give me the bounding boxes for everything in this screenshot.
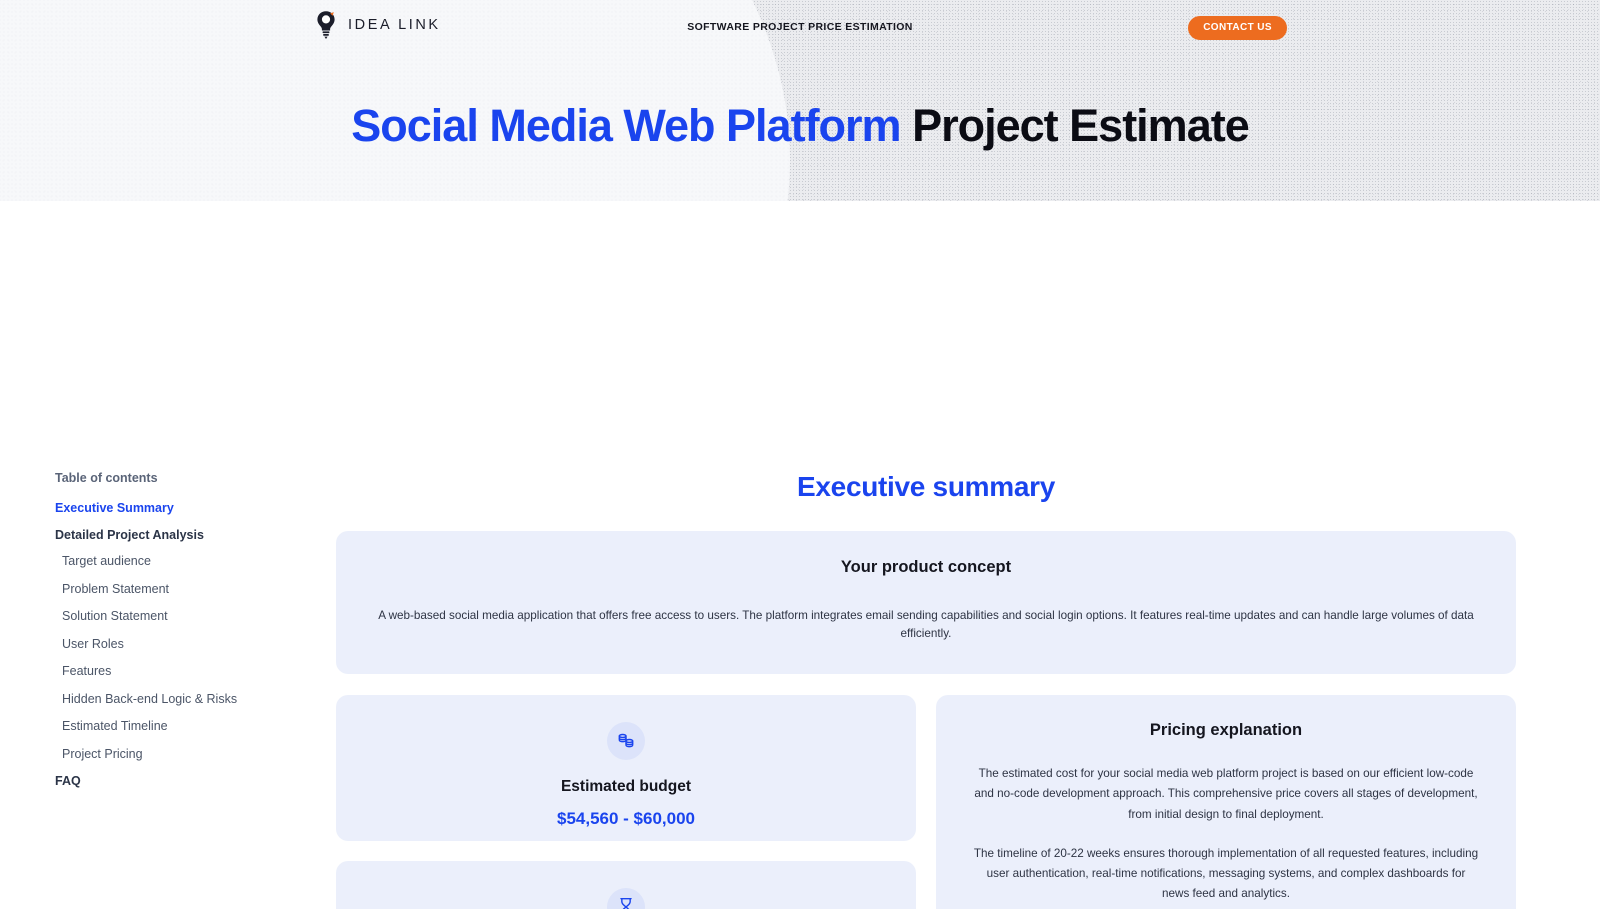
project-duration-card: Total project duration 20-22 Weeks	[336, 861, 916, 909]
pricing-explanation-title: Pricing explanation	[1149, 721, 1303, 740]
page-title-rest: Project Estimate	[912, 100, 1250, 151]
main-content: Executive summary Your product concept A…	[336, 471, 1516, 909]
contact-us-button[interactable]: CONTACT US	[1188, 16, 1287, 40]
sidebar-item-estimated-timeline[interactable]: Estimated Timeline	[55, 720, 305, 733]
summary-left-column: Estimated budget $54,560 - $60,000	[336, 695, 916, 909]
coins-stack-icon	[607, 722, 645, 761]
sidebar-item-executive-summary[interactable]: Executive Summary	[55, 502, 305, 515]
brand-logo-text: IDEA LINK	[348, 17, 441, 33]
lightbulb-idea-icon	[313, 10, 339, 40]
sidebar-item-features[interactable]: Features	[55, 665, 305, 678]
sidebar-item-target-audience[interactable]: Target audience	[55, 555, 305, 568]
product-concept-card: Your product concept A web-based social …	[336, 531, 1516, 675]
pricing-paragraph-2: The timeline of 20-22 weeks ensures thor…	[973, 846, 1479, 900]
topbar-title: SOFTWARE PROJECT PRICE ESTIMATION	[687, 21, 913, 33]
toc-heading: Table of contents	[55, 471, 158, 485]
sidebar-item-user-roles[interactable]: User Roles	[55, 637, 305, 651]
product-concept-title: Your product concept	[840, 558, 1012, 576]
table-of-contents: Table of contents Executive Summary Deta…	[55, 471, 305, 802]
pricing-paragraph-1: The estimated cost for your social media…	[974, 767, 1478, 821]
top-navigation-bar: IDEA LINK SOFTWARE PROJECT PRICE ESTIMAT…	[0, 0, 1600, 56]
sidebar-item-hidden-backend-logic-risks[interactable]: Hidden Back-end Logic & Risks	[55, 692, 305, 706]
estimated-budget-value: $54,560 - $60,000	[556, 809, 695, 829]
section-title: Executive summary	[797, 471, 1055, 502]
pricing-explanation-card: Pricing explanation The estimated cost f…	[936, 695, 1516, 909]
estimated-budget-card: Estimated budget $54,560 - $60,000	[336, 695, 916, 842]
page-title: Social Media Web Platform Project Estima…	[0, 100, 1600, 152]
brand-logo[interactable]: IDEA LINK	[313, 10, 441, 40]
summary-grid: Estimated budget $54,560 - $60,000 Prici…	[336, 695, 1516, 909]
sidebar-item-problem-statement[interactable]: Problem Statement	[55, 582, 305, 596]
page-root: IDEA LINK SOFTWARE PROJECT PRICE ESTIMAT…	[0, 0, 1600, 909]
summary-right-column: Pricing explanation The estimated cost f…	[936, 695, 1516, 909]
sidebar-item-solution-statement[interactable]: Solution Statement	[55, 610, 305, 623]
sidebar-item-project-pricing[interactable]: Project Pricing	[55, 747, 305, 761]
sidebar-item-faq[interactable]: FAQ	[55, 775, 305, 788]
hourglass-icon	[607, 888, 645, 909]
hero-section: IDEA LINK SOFTWARE PROJECT PRICE ESTIMAT…	[0, 0, 1600, 201]
estimated-budget-label: Estimated budget	[560, 778, 692, 796]
page-title-highlight: Social Media Web Platform	[351, 100, 901, 151]
sidebar-item-detailed-project-analysis[interactable]: Detailed Project Analysis	[55, 528, 305, 542]
product-concept-text: A web-based social media application tha…	[378, 609, 1474, 641]
